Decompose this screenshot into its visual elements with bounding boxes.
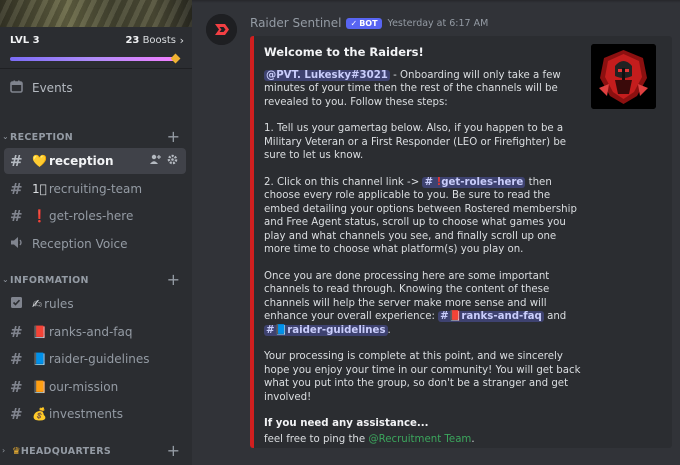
channel-link-ranks-and-faq[interactable]: #📕ranks-and-faq — [438, 311, 544, 322]
plus-icon[interactable]: + — [167, 270, 180, 289]
bot-badge: ✓ BOT — [346, 17, 382, 29]
channel-label: recruiting-team — [48, 182, 143, 196]
embed-paragraph: feel free to ping the @Recruitment Team. — [264, 433, 475, 445]
header-shadow — [192, 0, 680, 3]
embed-title: Welcome to the Raiders! — [264, 45, 424, 59]
plus-icon[interactable]: + — [167, 127, 180, 146]
boost-gem-icon — [170, 53, 181, 64]
category-information[interactable]: ⌄ INFORMATION + — [0, 270, 192, 289]
hashtag-icon: # — [10, 378, 23, 396]
boost-count: 23 Boosts — [125, 35, 176, 46]
channel-ranks-and-faq[interactable]: # 📕 ranks-and-faq — [4, 319, 186, 345]
channel-label: reception — [48, 154, 114, 168]
author-name[interactable]: Raider Sentinel — [250, 16, 341, 30]
category-label: RECEPTION — [10, 132, 73, 143]
plus-icon[interactable]: + — [167, 441, 180, 460]
crown-icon: ♛ — [12, 446, 21, 457]
channel-our-mission[interactable]: # 📙 our-mission — [4, 374, 186, 400]
channel-label: investments — [48, 407, 123, 421]
channel-reception-voice[interactable]: Reception Voice — [4, 231, 186, 257]
chat-area: Raider Sentinel ✓ BOT Yesterday at 6:17 A… — [192, 0, 680, 465]
channel-label: ranks-and-faq — [48, 325, 133, 339]
channel-emoji: ✍ — [32, 297, 43, 311]
chevron-down-icon: ⌄ — [2, 132, 9, 141]
channel-link-get-roles-here[interactable]: # !get-roles-here — [422, 176, 526, 188]
embed-paragraph: Once you are done processing here are so… — [264, 270, 567, 336]
embed-paragraph: Your processing is complete at this poin… — [264, 351, 581, 403]
channel-rules[interactable]: ✍ rules — [4, 291, 186, 317]
speaker-icon — [10, 235, 32, 253]
channel-emoji: 💛 — [32, 154, 47, 168]
embed-paragraph: 2. Click on this channel link -> # !get-… — [264, 176, 577, 255]
events-label: Events — [32, 81, 73, 95]
channel-emoji: 📕 — [32, 325, 47, 339]
channel-emoji: 1⃣ — [32, 182, 47, 196]
channel-link-raider-guidelines[interactable]: #📘raider-guidelines — [264, 324, 388, 336]
calendar-icon — [10, 79, 32, 97]
gear-icon[interactable] — [167, 154, 178, 168]
embed-paragraph: @PVT. Lukesky#3021 - Onboarding will onl… — [264, 69, 561, 108]
chevron-right-icon: › — [179, 34, 184, 47]
channel-emoji: 📙 — [32, 380, 47, 394]
hashtag-icon: # — [266, 324, 275, 336]
events-item[interactable]: Events — [4, 75, 186, 101]
hashtag-icon: # — [10, 180, 23, 198]
message-header: Raider Sentinel ✓ BOT Yesterday at 6:17 A… — [250, 15, 488, 31]
category-headquarters[interactable]: › ♛HEADQUARTERS + — [0, 441, 192, 460]
chevron-right-icon: › — [2, 446, 6, 455]
category-label: INFORMATION — [10, 275, 89, 286]
category-reception[interactable]: ⌄ RECEPTION + — [0, 127, 192, 146]
channel-emoji: 💰 — [32, 407, 47, 421]
channel-recruiting-team[interactable]: # 1⃣ recruiting-team — [4, 176, 186, 202]
hashtag-icon: # — [10, 350, 23, 368]
divider — [0, 68, 192, 69]
hashtag-icon: # — [424, 176, 434, 188]
channel-raider-guidelines[interactable]: # 📘 raider-guidelines — [4, 346, 186, 372]
user-mention[interactable]: @PVT. Lukesky#3021 — [264, 69, 390, 81]
rules-icon — [10, 295, 32, 313]
chevron-down-icon: ⌄ — [2, 275, 9, 284]
channel-sidebar: LVL 3 23 Boosts › Events ⌄ RECEPTION + #… — [0, 0, 192, 465]
embed-thumbnail[interactable] — [591, 44, 656, 109]
hashtag-icon: # — [440, 311, 449, 322]
channel-label: Reception Voice — [32, 237, 128, 251]
hashtag-icon: # — [10, 405, 23, 423]
role-mention[interactable]: @Recruitment Team — [368, 434, 471, 445]
channel-investments[interactable]: # 💰 investments — [4, 401, 186, 427]
channel-reception[interactable]: # 💛 reception — [4, 148, 186, 174]
message-timestamp: Yesterday at 6:17 AM — [387, 17, 489, 29]
scrollbar[interactable] — [673, 10, 677, 450]
server-level: LVL 3 — [10, 35, 40, 46]
assistance-heading: If you need any assistance... — [264, 418, 429, 429]
boost-level-row[interactable]: LVL 3 23 Boosts › — [0, 34, 192, 52]
channel-label: get-roles-here — [48, 209, 134, 223]
embed-paragraph: 1. Tell us your gamertag below. Also, if… — [264, 123, 567, 161]
channel-label: our-mission — [48, 380, 119, 394]
channel-label: rules — [44, 297, 74, 311]
hashtag-icon: # — [10, 207, 23, 225]
channel-get-roles-here[interactable]: # ❗ get-roles-here — [4, 203, 186, 229]
embed-description: Welcome to the Raiders! @PVT. Lukesky#30… — [264, 45, 584, 459]
avatar[interactable] — [206, 14, 237, 45]
message-embed: Welcome to the Raiders! @PVT. Lukesky#30… — [250, 36, 672, 448]
hashtag-icon: # — [10, 323, 23, 341]
channel-label: raider-guidelines — [48, 352, 150, 366]
category-label: ♛HEADQUARTERS — [12, 446, 111, 457]
add-member-icon[interactable] — [150, 154, 161, 168]
channel-emoji: ❗ — [32, 209, 47, 223]
server-banner[interactable] — [0, 0, 192, 27]
channel-emoji: 📘 — [32, 352, 47, 366]
checkmark-icon: ✓ — [350, 18, 358, 28]
hashtag-icon: # — [10, 152, 23, 170]
boost-progress-bar — [10, 57, 178, 61]
